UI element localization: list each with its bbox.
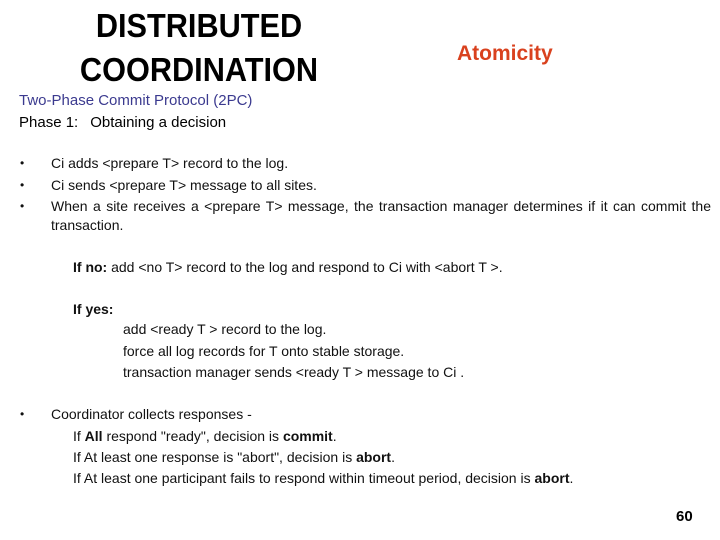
rule-text: If — [73, 428, 85, 444]
rule-decision: abort — [534, 470, 570, 486]
title-line-1: DISTRIBUTED — [95, 7, 303, 44]
if-no-label: If no: — [73, 259, 108, 275]
decision-rule: If At least one response is "abort", dec… — [73, 448, 395, 467]
if-no-text: add <no T> record to the log and respond… — [107, 259, 503, 275]
title-line-2: COORDINATION — [79, 51, 319, 88]
rule-text: If At least one response is "abort", dec… — [73, 449, 357, 465]
rule-decision: commit — [282, 428, 333, 444]
if-yes-step: transaction manager sends <ready T > mes… — [123, 364, 465, 380]
bullet-icon: • — [20, 199, 25, 213]
protocol-heading: Two-Phase Commit Protocol (2PC) — [19, 92, 253, 109]
rule-text: If At least one participant fails to res… — [73, 470, 535, 486]
phase-label: Phase 1: — [19, 114, 79, 131]
if-no-clause: If no: add <no T> record to the log and … — [73, 258, 503, 277]
bullet-icon: • — [20, 407, 25, 421]
bullet-item: Coordinator collects responses - — [51, 406, 252, 422]
if-yes-label: If yes: — [73, 300, 113, 319]
rule-emphasis: All — [84, 428, 103, 444]
bullet-item: Ci adds <prepare T> record to the log. — [51, 155, 289, 171]
bullet-icon: • — [20, 178, 25, 192]
bullet-icon: • — [20, 156, 25, 170]
rule-text: . — [569, 470, 574, 486]
phase-heading: Phase 1: Obtaining a decision — [19, 114, 226, 131]
topic-heading: Atomicity — [457, 42, 553, 65]
rule-text: . — [391, 449, 395, 465]
bullet-item: When a site receives a <prepare T> messa… — [51, 198, 711, 233]
bullet-item: Ci sends <prepare T> message to all site… — [51, 177, 317, 193]
decision-rule: If At least one participant fails to res… — [73, 469, 573, 488]
phase-title: Obtaining a decision — [90, 114, 227, 131]
rule-decision: abort — [356, 449, 392, 465]
rule-text: . — [332, 428, 337, 444]
page-number: 60 — [676, 508, 693, 525]
if-yes-label-text: If yes: — [73, 301, 114, 317]
slide-title: DISTRIBUTED COORDINATION — [51, 4, 347, 92]
rule-text: respond "ready", decision is — [102, 428, 283, 444]
if-yes-step: add <ready T > record to the log. — [123, 321, 327, 337]
decision-rule: If All respond "ready", decision is comm… — [73, 427, 337, 446]
if-yes-step: force all log records for T onto stable … — [123, 343, 405, 359]
